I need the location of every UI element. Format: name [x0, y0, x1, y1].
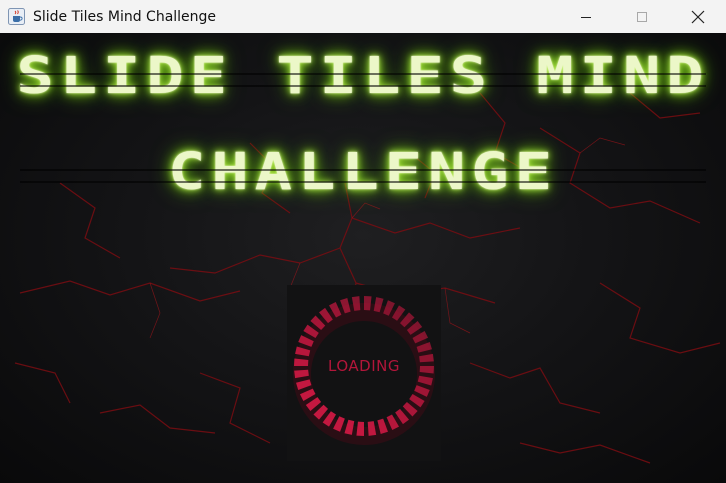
loading-indicator: LOADING [287, 285, 441, 461]
glitch-scanline [20, 169, 706, 171]
game-title-line-1: SLIDE TILES MIND [16, 45, 710, 106]
window-title: Slide Tiles Mind Challenge [33, 8, 217, 25]
spinner-segment [367, 421, 377, 436]
splash-screen: SLIDE TILES MIND CHALLENGE LOADING [0, 33, 726, 483]
loading-label: LOADING [328, 357, 400, 375]
java-cup-icon [8, 8, 25, 25]
app-window: Slide Tiles Mind Challenge SLIDE TILES M… [0, 0, 726, 483]
minimize-button[interactable] [558, 0, 614, 33]
close-button[interactable] [670, 0, 726, 33]
minimize-icon [581, 16, 591, 18]
window-controls [558, 0, 726, 33]
spinner-segment [356, 421, 364, 436]
glitch-scanline [20, 181, 706, 183]
maximize-button[interactable] [614, 0, 670, 33]
glitch-scanline [20, 85, 706, 87]
maximize-icon [637, 11, 647, 22]
glitch-scanline [20, 73, 706, 75]
title-bar[interactable]: Slide Tiles Mind Challenge [0, 0, 726, 33]
close-icon [691, 10, 705, 23]
game-title-line-2: CHALLENGE [168, 141, 558, 202]
